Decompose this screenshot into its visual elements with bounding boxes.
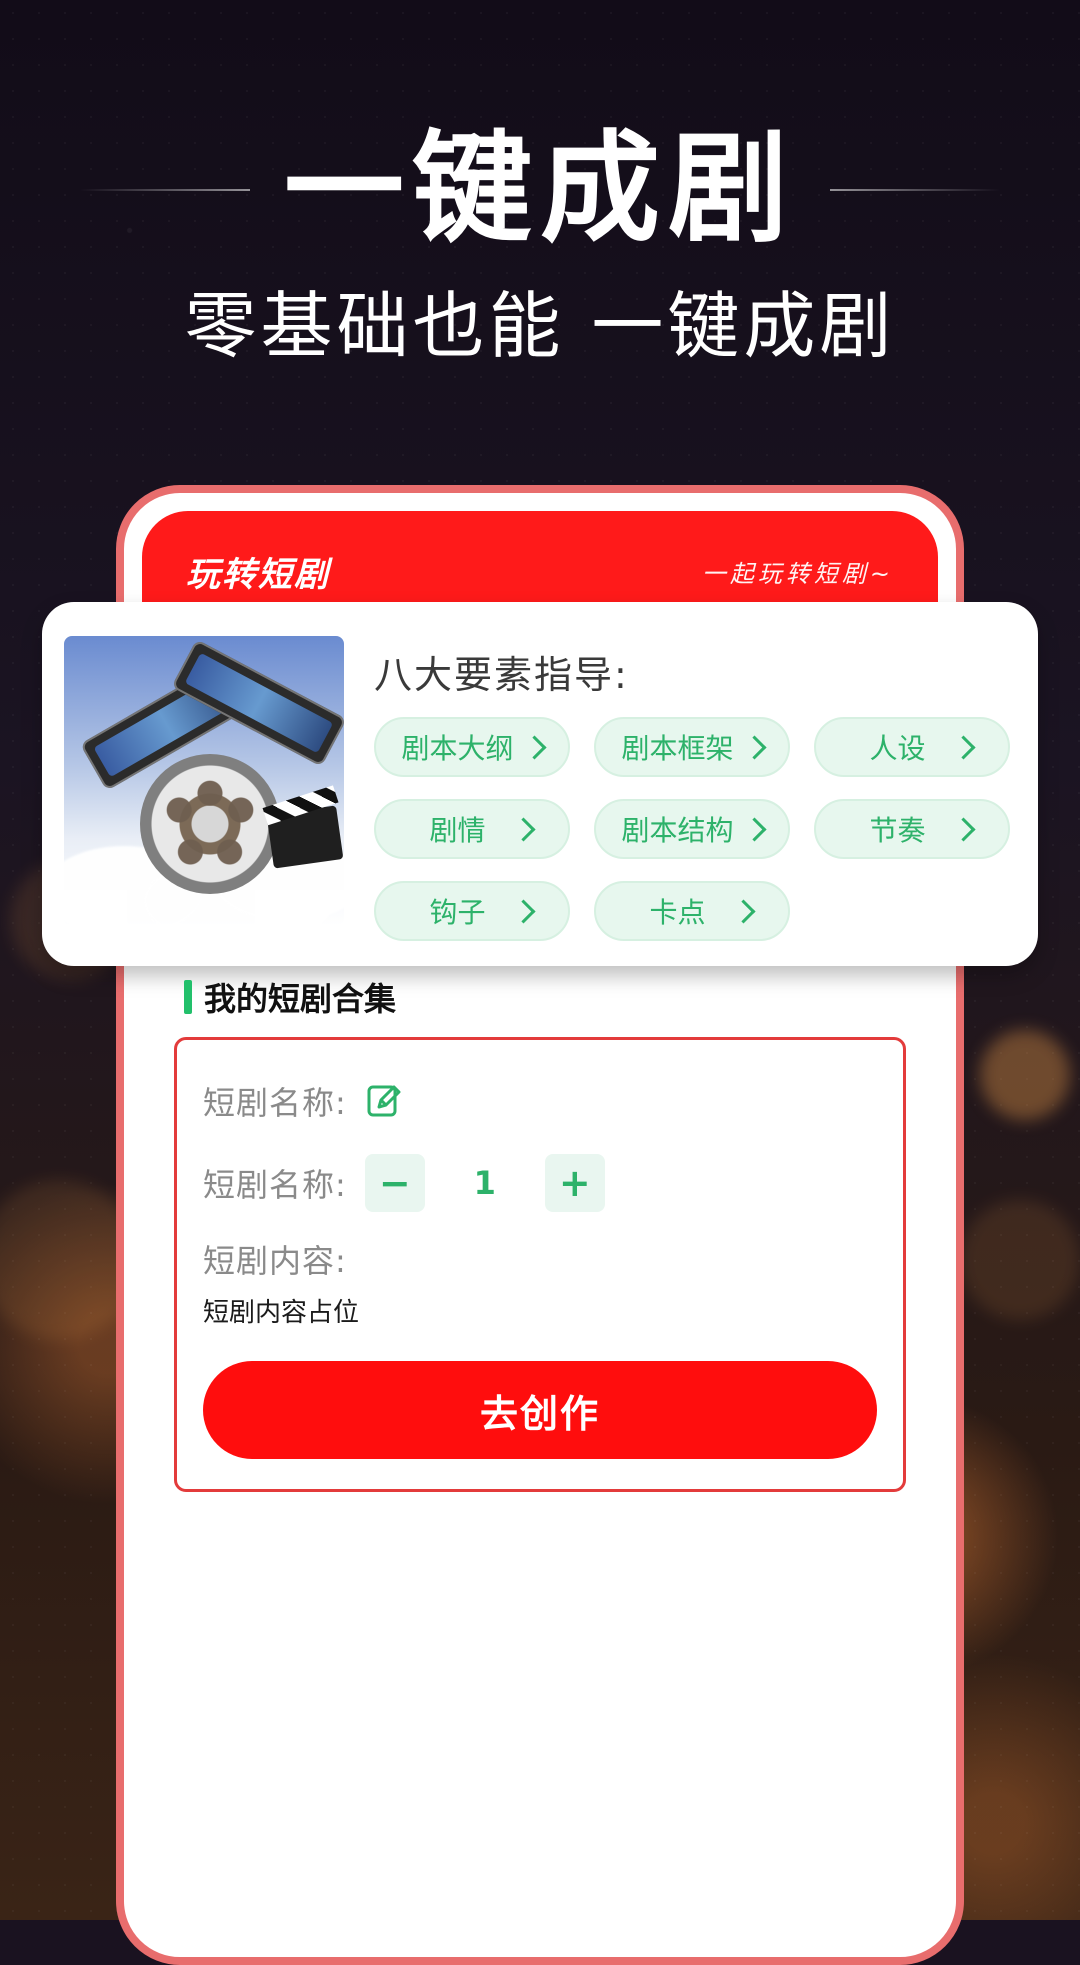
chevron-right-icon xyxy=(950,816,976,842)
edit-icon[interactable] xyxy=(365,1081,405,1121)
guide-pill-rhythm[interactable]: 节奏 xyxy=(814,799,1010,859)
create-button[interactable]: 去创作 xyxy=(203,1361,877,1459)
bokeh-light xyxy=(960,1200,1080,1320)
hero-title-block: 一键成剧 xyxy=(0,120,1080,260)
pill-label: 钩子 xyxy=(429,896,486,929)
chevron-right-icon xyxy=(950,734,976,760)
app-tagline: 一起玩转短剧~ xyxy=(701,559,894,588)
app-title: 玩转短剧 xyxy=(186,554,330,595)
chevron-right-icon xyxy=(741,734,767,760)
hero-title: 一键成剧 xyxy=(284,120,796,259)
chevron-right-icon xyxy=(730,898,756,924)
increment-button[interactable]: + xyxy=(544,1154,605,1212)
plus-icon: + xyxy=(558,1161,591,1205)
guide-pill-key-point[interactable]: 卡点 xyxy=(594,881,790,941)
guide-pill-plot[interactable]: 剧情 xyxy=(374,799,570,859)
guide-pill-hook[interactable]: 钩子 xyxy=(374,881,570,941)
chevron-right-icon xyxy=(510,898,536,924)
guide-content: 八大要素指导: 剧本大纲 剧本框架 人设 剧情 剧本结构 节奏 钩子 卡点 xyxy=(374,636,1016,942)
drama-content-label: 短剧内容: xyxy=(203,1242,347,1280)
quantity-stepper: − 1 + xyxy=(364,1154,605,1212)
pill-label: 剧本大纲 xyxy=(401,732,514,765)
pill-label: 剧本框架 xyxy=(621,732,734,765)
drama-count-label: 短剧名称: xyxy=(203,1166,347,1204)
title-divider-left xyxy=(80,189,250,191)
chevron-right-icon xyxy=(510,816,536,842)
guide-pill-grid: 剧本大纲 剧本框架 人设 剧情 剧本结构 节奏 钩子 卡点 xyxy=(374,717,1016,941)
guide-card: 八大要素指导: 剧本大纲 剧本框架 人设 剧情 剧本结构 节奏 钩子 卡点 xyxy=(42,602,1038,966)
section-title: 我的短剧合集 xyxy=(184,972,396,1022)
minus-icon: − xyxy=(378,1161,411,1205)
pill-label: 剧情 xyxy=(429,814,486,847)
guide-pill-character[interactable]: 人设 xyxy=(814,717,1010,777)
pill-label: 节奏 xyxy=(869,814,926,847)
guide-pill-script-outline[interactable]: 剧本大纲 xyxy=(374,717,570,777)
drama-content-text[interactable]: 短剧内容占位 xyxy=(203,1292,877,1329)
pill-label: 卡点 xyxy=(649,896,706,929)
chevron-right-icon xyxy=(521,734,547,760)
hero-subtitle: 零基础也能 一键成剧 xyxy=(184,284,896,368)
name-row: 短剧名称: xyxy=(203,1070,877,1132)
bokeh-light xyxy=(980,1030,1070,1120)
chevron-right-icon xyxy=(741,816,767,842)
count-row: 短剧名称: − 1 + xyxy=(203,1152,877,1214)
pill-grid-empty-slot xyxy=(814,881,1010,941)
pill-label: 剧本结构 xyxy=(621,814,734,847)
guide-title: 八大要素指导: xyxy=(374,653,629,697)
guide-pill-script-framework[interactable]: 剧本框架 xyxy=(594,717,790,777)
clapperboard-icon xyxy=(266,805,344,869)
decrement-button[interactable]: − xyxy=(364,1154,425,1212)
quantity-value: 1 xyxy=(473,1164,496,1202)
section-accent-bar xyxy=(184,980,192,1014)
drama-form-card: 短剧名称: 短剧名称: − 1 + 短剧内容: 短剧内容占位 去创作 xyxy=(174,1037,906,1492)
pill-label: 人设 xyxy=(869,732,926,765)
film-reel-icon xyxy=(140,754,280,894)
film-illustration xyxy=(64,636,344,926)
drama-name-label: 短剧名称: xyxy=(203,1084,347,1122)
title-divider-right xyxy=(830,189,1000,191)
guide-pill-script-structure[interactable]: 剧本结构 xyxy=(594,799,790,859)
collection-title: 我的短剧合集 xyxy=(204,980,397,1018)
